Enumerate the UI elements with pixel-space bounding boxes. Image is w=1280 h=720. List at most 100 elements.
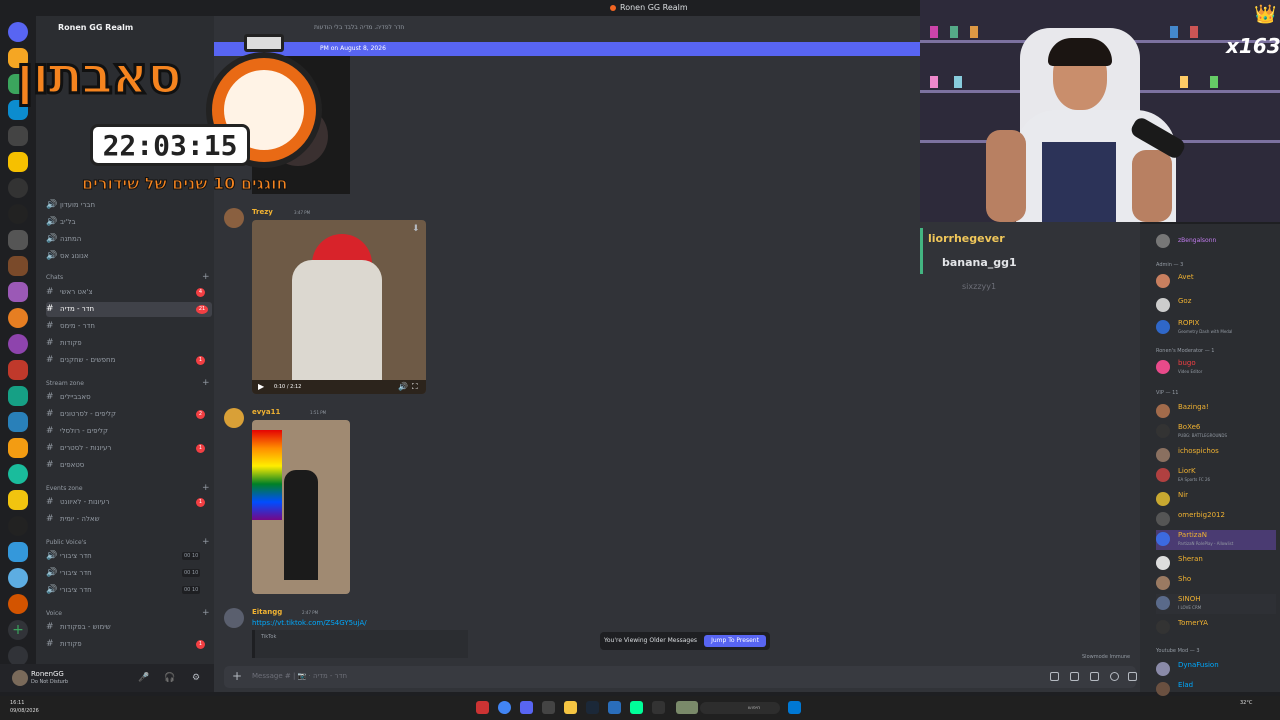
download-icon[interactable]: ⬇ (412, 224, 420, 234)
message-composer[interactable]: + Message # | 📷 · חדר - מדיה (224, 666, 1137, 688)
channel-item[interactable]: 🔊 בל'יב (46, 215, 212, 230)
add-server-icon[interactable]: + (8, 620, 28, 640)
message-author[interactable]: Eitangg (252, 608, 282, 616)
server-icon[interactable] (8, 204, 28, 224)
channel-item[interactable]: # שימוש - בפקודות (46, 620, 212, 635)
server-icon[interactable] (8, 542, 28, 562)
app-icon[interactable] (608, 701, 621, 714)
edge-icon[interactable] (630, 701, 643, 714)
member-item[interactable]: bugo Video Editor (1156, 358, 1280, 378)
member-item[interactable]: PartizaN PartizaN RolePlay - Allowlist (1156, 530, 1276, 550)
add-channel-icon[interactable]: + (202, 272, 210, 282)
member-item[interactable]: omerbig2012 (1156, 510, 1280, 530)
taskbar-search[interactable]: חיפוש (700, 702, 780, 714)
channel-item[interactable]: # פקודות (46, 336, 212, 351)
server-icon[interactable] (8, 230, 28, 250)
message-input[interactable]: Message # | 📷 · חדר - מדיה (252, 672, 347, 680)
video-attachment[interactable]: ▶ 0:10 / 2:12 🔊 ⛶ (252, 220, 426, 394)
avatar[interactable] (224, 408, 244, 428)
member-item[interactable]: zBengalsonn (1156, 232, 1280, 252)
member-item[interactable]: Goz (1156, 296, 1280, 316)
app-icon[interactable] (652, 701, 665, 714)
server-icon[interactable] (8, 256, 28, 276)
play-icon[interactable]: ▶ (258, 382, 264, 391)
voice-channel-item[interactable]: 🔊 חדר ציבורי 00 10 (46, 583, 212, 598)
deafen-icon[interactable]: 🎧 (164, 673, 175, 683)
apps-icon[interactable] (1128, 672, 1137, 681)
category-public-voices[interactable]: Public Voice's + (46, 537, 210, 547)
channel-item[interactable]: # סטאפים (46, 458, 212, 473)
channel-item[interactable]: # חדר - מימס (46, 319, 212, 334)
app-icon[interactable] (676, 701, 698, 714)
server-icon[interactable] (8, 282, 28, 302)
avatar[interactable] (12, 670, 28, 686)
server-icon[interactable] (8, 594, 28, 614)
member-item[interactable]: Bazinga! (1156, 402, 1280, 422)
category-chats[interactable]: Chats + (46, 272, 210, 282)
fullscreen-icon[interactable]: ⛶ (412, 382, 418, 392)
category-events-zone[interactable]: Events zone + (46, 483, 210, 493)
channel-item[interactable]: # רעיונות - לסטרים 1 (46, 441, 212, 456)
voice-channel-item[interactable]: 🔊 חדר ציבורי 00 10 (46, 549, 212, 564)
server-icon[interactable] (8, 516, 28, 536)
server-icon[interactable] (8, 490, 28, 510)
server-icon[interactable] (8, 568, 28, 588)
server-icon[interactable] (8, 308, 28, 328)
add-channel-icon[interactable]: + (202, 483, 210, 493)
add-channel-icon[interactable]: + (202, 378, 210, 388)
avatar[interactable] (224, 208, 244, 228)
channel-item[interactable]: 🔊 אנונוג אס (46, 249, 212, 264)
discover-icon[interactable] (8, 646, 28, 666)
voice-channel-item[interactable]: 🔊 חדר ציבורי 00 10 (46, 566, 212, 581)
gif-icon[interactable] (1070, 672, 1079, 681)
sticker-icon[interactable] (1090, 672, 1099, 681)
member-item[interactable]: Nir (1156, 490, 1280, 510)
channel-item[interactable]: # שאלה - יומית (46, 512, 212, 527)
chrome-icon[interactable] (498, 701, 511, 714)
app-icon[interactable] (476, 701, 489, 714)
steam-icon[interactable] (586, 701, 599, 714)
windows-start-icon[interactable] (788, 701, 801, 714)
emoji-icon[interactable] (1110, 672, 1119, 681)
member-item[interactable]: ichospichos (1156, 446, 1280, 466)
server-icon[interactable] (8, 334, 28, 354)
message-link[interactable]: https://vt.tiktok.com/ZS4GY5ujA/ (252, 619, 367, 627)
server-icon[interactable] (8, 386, 28, 406)
video-attachment[interactable] (252, 420, 350, 594)
link-embed[interactable]: TikTok (252, 630, 468, 658)
gift-icon[interactable] (1050, 672, 1059, 681)
member-item[interactable]: Sheran (1156, 554, 1280, 574)
channel-item[interactable]: # רעיונות - לאיוונט 1 (46, 495, 212, 510)
server-icon[interactable] (8, 360, 28, 380)
member-item[interactable]: Avet (1156, 272, 1280, 292)
channel-item[interactable]: # קליפים - לסרטונים 2 (46, 407, 212, 422)
channel-item[interactable]: # קליפים - רולסלי (46, 424, 212, 439)
member-item[interactable]: ROPIX Geometry Dash with Medal (1156, 318, 1280, 338)
member-item[interactable]: TomerYA (1156, 618, 1280, 638)
server-icon[interactable] (8, 464, 28, 484)
member-item[interactable]: LiorK EA Sports FC 26 (1156, 466, 1280, 486)
mute-mic-icon[interactable]: 🎤 (138, 673, 149, 683)
channel-item[interactable]: # מחפשים - שחקנים 1 (46, 353, 212, 368)
gear-icon[interactable]: ⚙ (192, 673, 200, 683)
member-item[interactable]: BoXe6 PUBG: BATTLEGROUNDS (1156, 422, 1280, 442)
attach-icon[interactable]: + (232, 669, 242, 683)
category-voice[interactable]: Voice + (46, 608, 210, 618)
folder-icon[interactable] (564, 701, 577, 714)
member-item[interactable]: SINOH I LOVE CRM (1156, 594, 1276, 614)
channel-item-active[interactable]: # חדר - מדיה 21 (46, 302, 212, 317)
channel-item[interactable]: # סאבביילים (46, 390, 212, 405)
channel-item[interactable]: # צ'אט ראשי 4 (46, 285, 212, 300)
server-icon[interactable] (8, 412, 28, 432)
message-author[interactable]: evya11 (252, 408, 280, 416)
category-stream-zone[interactable]: Stream zone + (46, 378, 210, 388)
member-item[interactable]: Sho (1156, 574, 1280, 594)
add-channel-icon[interactable]: + (202, 608, 210, 618)
member-item[interactable]: DynaFusion (1156, 660, 1280, 680)
app-icon[interactable] (542, 701, 555, 714)
channel-item[interactable]: # פקודות 1 (46, 637, 212, 652)
jump-to-present-button[interactable]: Jump To Present (704, 635, 766, 647)
server-icon[interactable] (8, 438, 28, 458)
add-channel-icon[interactable]: + (202, 537, 210, 547)
discord-icon[interactable] (520, 701, 533, 714)
